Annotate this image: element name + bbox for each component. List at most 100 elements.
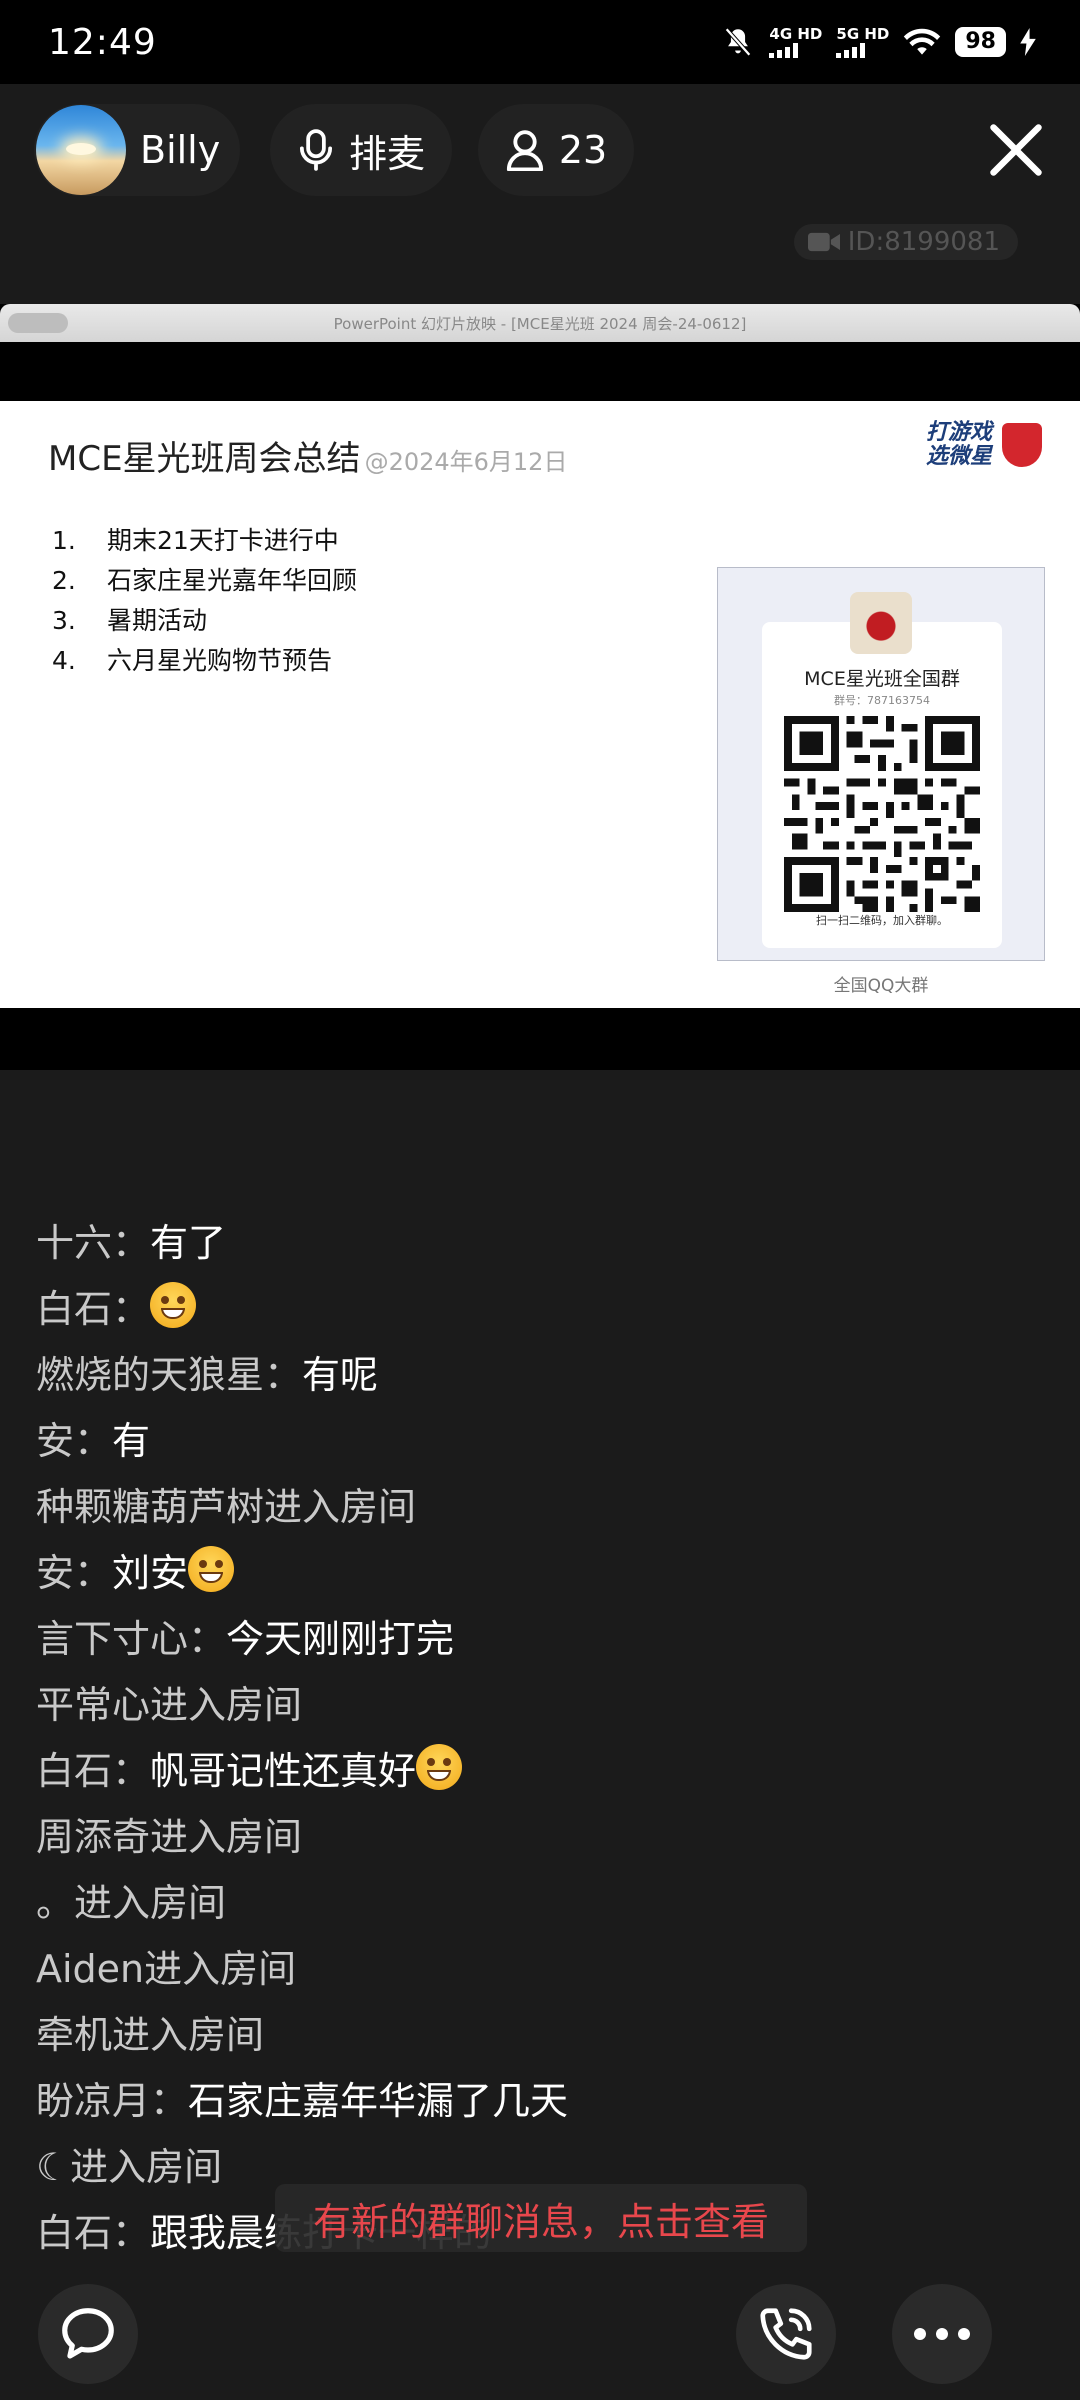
chat-nick[interactable]: 周添奇进入房间 [36,1815,302,1859]
emoji-icon [416,1744,463,1790]
chat-message: 盼凉月：石家庄嘉年华漏了几天 [36,2068,1036,2134]
audience-count: 23 [558,128,608,172]
chat-text: 有了 [150,1221,227,1265]
agenda-text: 暑期活动 [107,606,208,635]
chat-nick[interactable]: 白石： [36,2211,150,2255]
cellular-2: 5G HD [836,26,889,58]
agenda-num: 4. [52,646,76,675]
battery-level: 98 [955,27,1006,57]
emoji-icon [188,1546,235,1592]
queue-mic-label: 排麦 [348,131,425,176]
brand-line-2: 选微星 [925,444,992,469]
chat-nick[interactable]: 白石： [36,1287,150,1331]
chat-message: 言下寸心：今天刚刚打完 [36,1606,1036,1672]
chat-nick[interactable]: 安： [36,1419,112,1463]
chat-text: 帆哥记性还真好 [150,1749,417,1793]
agenda-text: 六月星光购物节预告 [107,646,333,675]
agenda-item: 1. 期末21天打卡进行中 [52,521,357,561]
wifi-icon [904,28,941,55]
agenda-list: 1. 期末21天打卡进行中 2. 石家庄星光嘉年华回顾 3. 暑期活动 4. 六月星光购… [52,521,357,681]
phone-icon [760,2308,812,2360]
chat-message: Aiden进入房间 [36,1936,1036,2002]
chat-message: 安：刘安 [36,1540,1036,1606]
chat-message: 牵机进入房间 [36,2002,1036,2068]
chat-nick[interactable]: 种颗糖葫芦树进入房间 [36,1485,416,1529]
network-1-label: 4G HD [769,25,823,43]
room-header: Billy 排麦 23 ID:8199081 [0,84,1080,304]
brand-line-1: 打游戏 [925,420,992,445]
chat-text: 有 [112,1419,151,1463]
host-name: Billy [140,128,221,172]
chat-nick[interactable]: ☾进入房间 [36,2145,222,2189]
charging-icon [1020,28,1036,56]
chat-message: 十六：有了 [36,1210,1036,1276]
status-bar: 12:49 4G HD 5G HD 98 [0,0,1080,84]
chat-nick[interactable]: 十六： [36,1221,150,1265]
chat-nick[interactable]: 盼凉月： [36,2079,188,2123]
qr-code-icon [784,716,980,912]
close-icon[interactable] [986,120,1046,180]
chat-nick[interactable]: 。进入房间 [36,1881,226,1925]
status-time: 12:49 [48,21,157,63]
audience-button[interactable]: 23 [478,104,634,196]
agenda-text: 期末21天打卡进行中 [107,526,339,555]
chat-text: 石家庄嘉年华漏了几天 [188,2079,569,2123]
chat-text: 有呢 [302,1353,379,1397]
cellular-1: 4G HD [769,26,822,58]
call-button[interactable] [736,2284,836,2384]
slide-title: MCE星光班周会总结 @2024年6月12日 [48,431,567,480]
agenda-item: 2. 石家庄星光嘉年华回顾 [52,561,357,601]
slide-title-text: MCE星光班周会总结 [48,439,361,479]
qr-caption: 扫一扫二维码，加入群聊。 [816,914,948,927]
room-id-badge: ID:8199081 [793,224,1018,260]
chat-message: 。进入房间 [36,1870,1036,1936]
status-icons: 4G HD 5G HD 98 [721,25,1036,59]
chat-message: 种颗糖葫芦树进入房间 [36,1474,1036,1540]
slide: MCE星光班周会总结 @2024年6月12日 打游戏 选微星 1. 期末21天打卡进… [0,401,1080,1008]
video-camera-icon [807,232,840,252]
agenda-num: 3. [52,606,76,635]
msi-shield-icon [1002,423,1042,467]
chat-message: 平常心进入房间 [36,1672,1036,1738]
microphone-icon [299,129,333,171]
chat-text: 今天刚刚打完 [226,1617,455,1661]
chat-nick[interactable]: 安： [36,1551,112,1595]
agenda-item: 3. 暑期活动 [52,601,357,641]
queue-mic-button[interactable]: 排麦 [270,104,452,196]
more-button[interactable] [892,2284,992,2384]
agenda-text: 石家庄星光嘉年华回顾 [107,566,358,595]
signal-bars-icon [836,42,866,58]
new-message-notice[interactable]: 有新的群聊消息，点击查看 [275,2184,807,2252]
chat-nick[interactable]: 白石： [36,1749,150,1793]
screen-share-area[interactable]: PowerPoint 幻灯片放映 - [MCE星光班 2024 周会-24-06… [0,304,1080,1070]
chat-bubble-icon [62,2308,114,2359]
more-dots-icon [914,2328,970,2340]
chat-message: 安：有 [36,1408,1036,1474]
group-name: MCE星光班全国群 [804,668,960,690]
agenda-num: 1. [52,526,76,555]
chat-message: 白石：帆哥记性还真好 [36,1738,1036,1804]
avatar[interactable] [36,105,126,195]
group-avatar [850,592,912,654]
room-id: ID:8199081 [847,227,1000,257]
ppt-window-icon [8,313,68,333]
chat-nick[interactable]: 牵机进入房间 [36,2013,264,2057]
signal-bars-icon [769,42,799,58]
qr-card: MCE星光班全国群 群号：787163754 扫一扫二维码，加入群聊。 [762,592,1002,948]
slide-date: @2024年6月12日 [364,448,568,476]
emoji-icon [150,1282,197,1328]
chat-nick[interactable]: 燃烧的天狼星： [36,1353,302,1397]
host-profile-button[interactable]: Billy [34,104,240,196]
mute-bell-icon [725,27,752,57]
chat-nick[interactable]: 言下寸心： [36,1617,226,1661]
group-number: 群号：787163754 [834,694,930,707]
person-icon [506,130,543,171]
chat-nick[interactable]: 平常心进入房间 [36,1683,302,1727]
qr-panel: MCE星光班全国群 群号：787163754 扫一扫二维码，加入群聊。 [717,567,1045,961]
chat-message: 燃烧的天狼星：有呢 [36,1342,1036,1408]
network-2-label: 5G HD [836,25,890,43]
chat-nick[interactable]: Aiden进入房间 [36,1947,296,1991]
comment-button[interactable] [38,2284,138,2384]
chat-text: 刘安 [112,1551,189,1595]
chat-list[interactable]: 十六：有了 白石： 燃烧的天狼星：有呢 安：有 种颗糖葫芦树进入房间 安：刘安 言下寸心：今… [36,1210,1036,2266]
